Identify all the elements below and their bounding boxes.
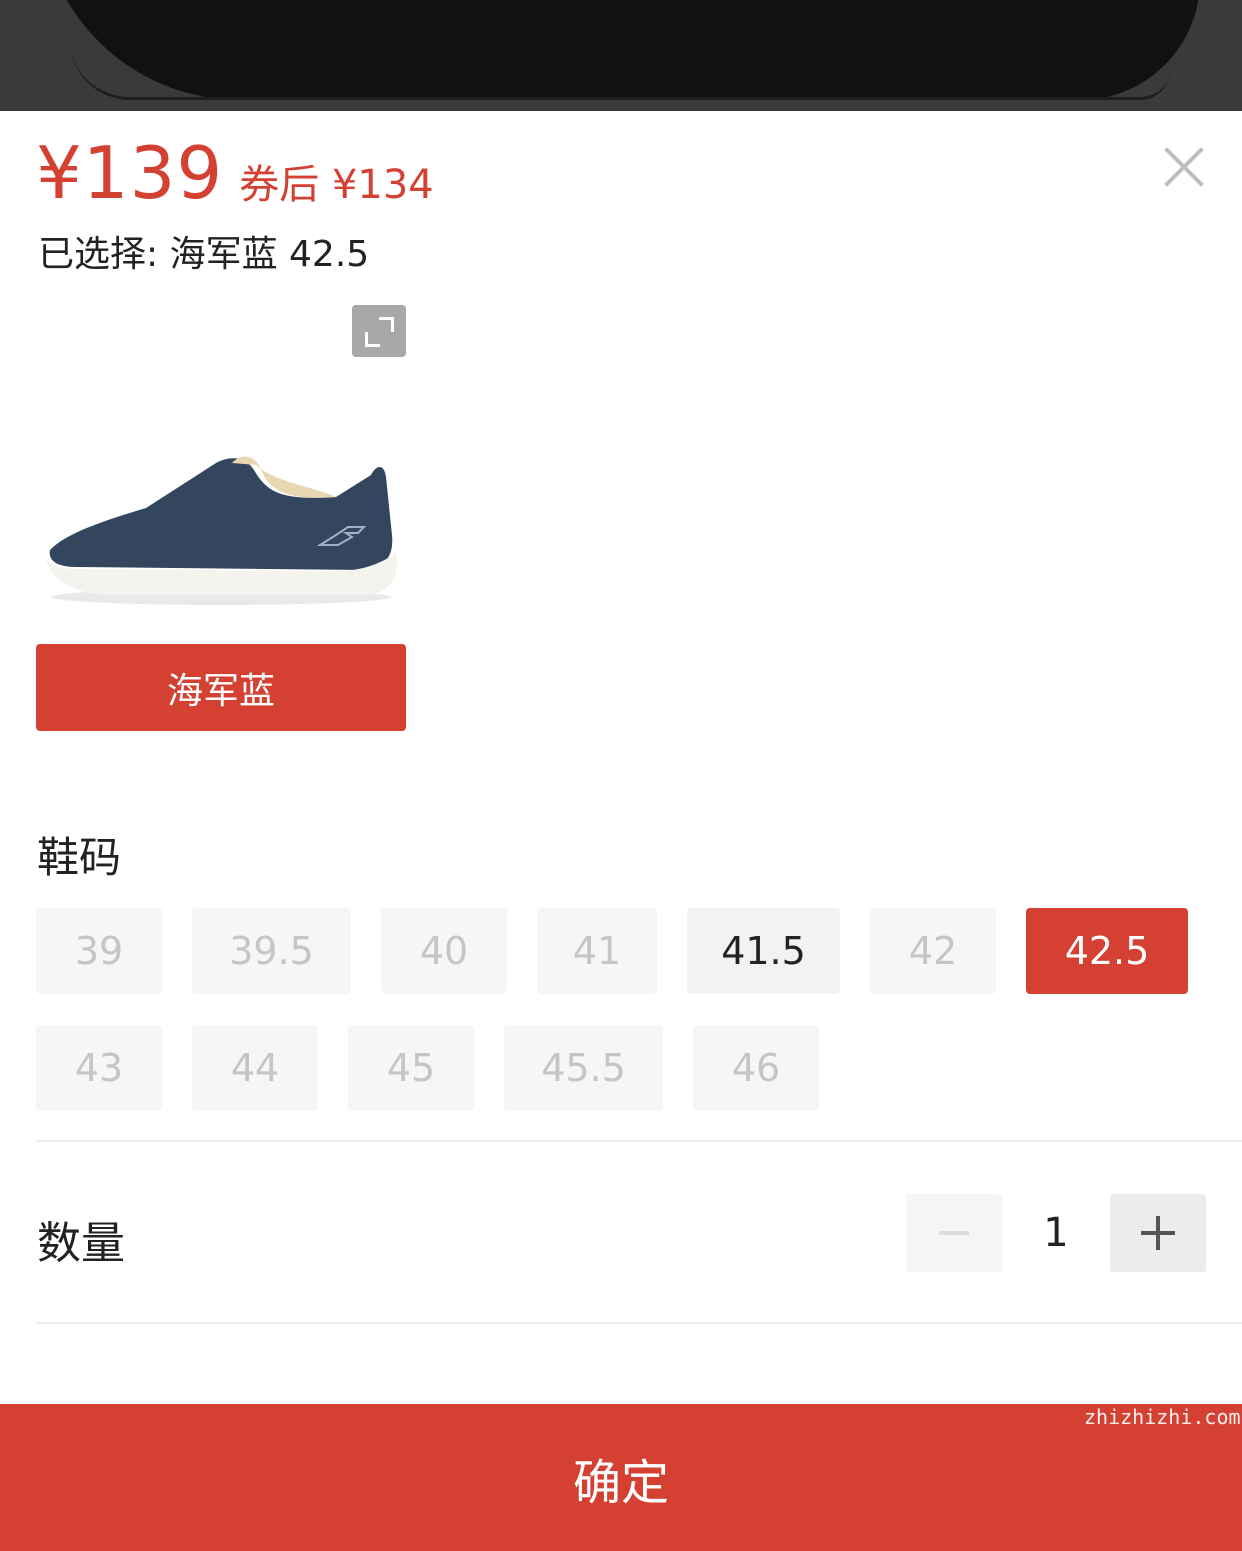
size-option-41[interactable]: 41 [537, 908, 657, 994]
expand-icon[interactable] [352, 305, 406, 357]
quantity-value: 1 [1043, 1210, 1069, 1256]
watermark-url: zhizhizhi.com [1084, 1405, 1241, 1429]
quantity-title: 数量 [37, 1218, 125, 1269]
size-option-43[interactable]: 43 [36, 1025, 162, 1111]
size-section-title: 鞋码 [37, 833, 122, 882]
color-thumbnail[interactable] [36, 305, 406, 635]
selected-summary: 已选择: 海军蓝 42.5 [38, 234, 370, 275]
size-option-42-5[interactable]: 42.5 [1026, 908, 1188, 994]
size-option-45-5[interactable]: 45.5 [504, 1025, 663, 1111]
minus-icon [939, 1231, 969, 1235]
plus-icon [1141, 1216, 1175, 1250]
divider [36, 1140, 1242, 1142]
watermark-logo-text: 值值值 [1093, 1351, 1227, 1405]
product-photo-sole [70, 40, 1170, 100]
navy-slip-on-shoe-image [46, 456, 397, 605]
size-option-39-5[interactable]: 39.5 [192, 908, 351, 994]
size-option-46[interactable]: 46 [693, 1025, 819, 1111]
divider [36, 1322, 1242, 1324]
size-option-40[interactable]: 40 [381, 908, 507, 994]
coupon-price: 券后 ¥134 [239, 162, 434, 208]
product-image-backdrop [0, 0, 1242, 112]
price-row: ¥139 券后 ¥134 [36, 131, 434, 221]
color-option-navy[interactable]: 海军蓝 [36, 644, 406, 731]
quantity-decrement-button[interactable] [906, 1194, 1002, 1272]
size-option-45[interactable]: 45 [348, 1025, 474, 1111]
quantity-increment-button[interactable] [1110, 1194, 1206, 1272]
sku-selector-sheet: ¥139 券后 ¥134 已选择: 海军蓝 42.5 海军蓝 鞋码 39 39.… [0, 111, 1242, 1551]
price: ¥139 [36, 131, 224, 215]
size-option-42[interactable]: 42 [870, 908, 996, 994]
size-option-41-5[interactable]: 41.5 [687, 908, 840, 994]
confirm-button[interactable]: 确定 [0, 1404, 1242, 1551]
site-watermark: 值值值 zhizhizhi.com [1084, 1350, 1241, 1429]
size-option-44[interactable]: 44 [192, 1025, 318, 1111]
close-icon[interactable] [1164, 147, 1204, 187]
size-option-39[interactable]: 39 [36, 908, 162, 994]
